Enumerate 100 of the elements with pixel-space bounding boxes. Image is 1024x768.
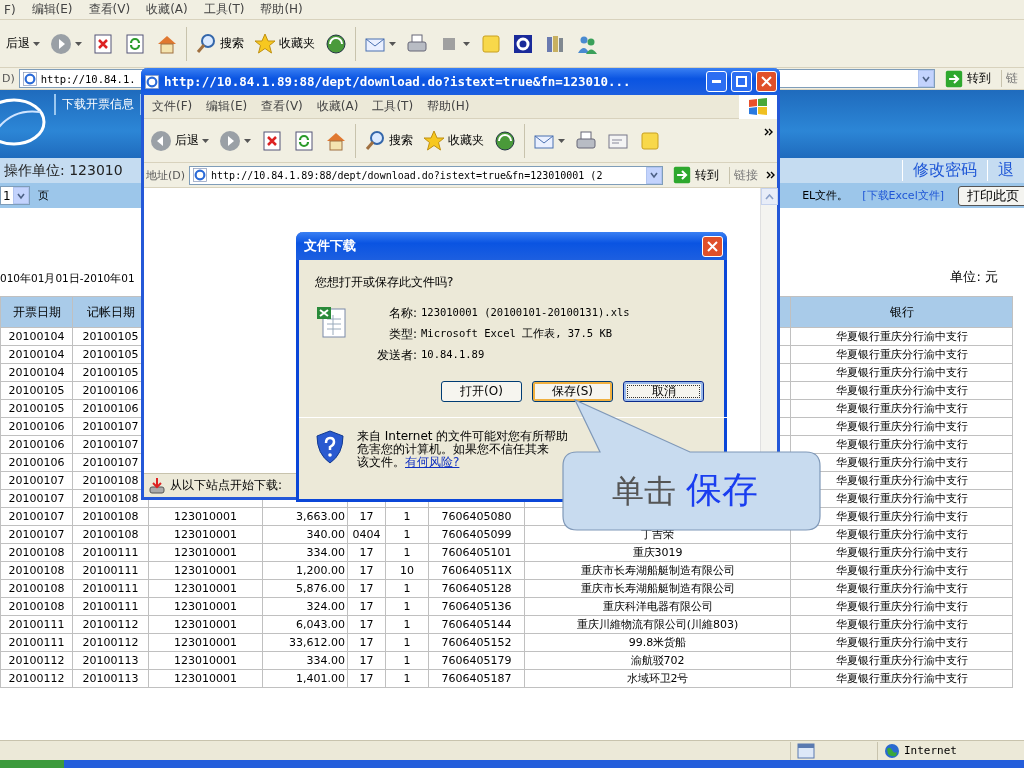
maximize-icon — [736, 76, 747, 87]
table-cell: 华夏银行重庆分行渝中支行 — [790, 417, 1013, 436]
risk-link[interactable]: 有何风险? — [405, 455, 460, 469]
table-cell: 1 — [385, 651, 429, 670]
dropdown-button[interactable] — [646, 166, 662, 184]
shield-question-icon — [315, 430, 345, 464]
table-cell: 17 — [347, 507, 386, 526]
search-icon — [195, 32, 217, 55]
note-icon — [480, 32, 502, 55]
warning-text: 危害您的计算机。如果您不信任其来 — [357, 443, 549, 456]
menu-item[interactable]: 帮助(H) — [427, 98, 470, 115]
table-cell: 20100107 — [0, 471, 73, 490]
menu-item[interactable]: 文件(F) — [152, 98, 193, 115]
table-cell: 1,200.00 — [262, 561, 348, 580]
chevron-down-icon — [650, 171, 658, 179]
table-cell: 20100104 — [0, 345, 73, 364]
header-link[interactable]: 退 — [987, 160, 1024, 181]
refresh-icon — [124, 32, 146, 55]
back-button[interactable]: 后退 — [148, 127, 211, 154]
dialog-button[interactable]: 取消 — [623, 381, 704, 402]
table-cell: 20100107 — [0, 489, 73, 508]
favorites-button[interactable]: 收藏夹 — [421, 127, 486, 154]
table-cell: 20100104 — [0, 327, 73, 346]
print-page-button[interactable]: 打印此页 — [958, 185, 1024, 206]
table-cell: 20100108 — [0, 561, 73, 580]
globe-icon — [884, 742, 900, 759]
table-cell: 华夏银行重庆分行渝中支行 — [790, 327, 1013, 346]
callout-label: 单击 — [612, 471, 676, 512]
table-cell: 20100111 — [0, 615, 73, 634]
table-cell: 123010001 — [148, 651, 263, 670]
close-icon — [761, 76, 772, 87]
menu-item[interactable]: 工具(T) — [203, 1, 245, 18]
go-button[interactable]: 转到 — [939, 69, 997, 88]
table-cell: 20100106 — [0, 417, 73, 436]
table-cell: 20100111 — [72, 579, 149, 598]
table-cell: 华夏银行重庆分行渝中支行 — [790, 399, 1013, 418]
ie-page-icon — [192, 167, 209, 183]
table-cell: 760640511X — [428, 561, 525, 580]
callout-keyword: 保存 — [686, 468, 758, 512]
table-cell: 20100112 — [0, 669, 73, 688]
menu-item[interactable]: 收藏(A) — [316, 98, 359, 115]
dialog-button[interactable]: 保存(S) — [532, 381, 613, 402]
scroll-up-button[interactable] — [761, 188, 778, 205]
detail-label: 发送者: — [375, 347, 417, 364]
menu-item[interactable]: 编辑(E) — [206, 98, 248, 115]
menu-item[interactable]: F) — [4, 2, 16, 17]
table-cell: 华夏银行重庆分行渝中支行 — [790, 651, 1013, 670]
table-cell: 重庆市长寿湖船艇制造有限公司 — [524, 561, 791, 580]
minimize-icon — [712, 80, 721, 83]
caret-icon — [244, 138, 251, 143]
table-cell: 123010001 — [148, 633, 263, 652]
favorites-button[interactable]: 收藏夹 — [252, 30, 317, 57]
stop-icon — [261, 129, 283, 152]
detail-label: 名称: — [387, 305, 417, 322]
table-cell: 7606405152 — [428, 633, 525, 652]
links-button[interactable]: 链 — [1001, 70, 1022, 87]
table-cell: 7606405144 — [428, 615, 525, 634]
note-icon — [639, 129, 661, 152]
table-cell: 20100108 — [72, 525, 149, 544]
table-cell: 华夏银行重庆分行渝中支行 — [790, 345, 1013, 364]
page-select[interactable]: 1 — [0, 186, 30, 205]
menu-item[interactable]: 编辑(E) — [31, 1, 73, 18]
media-icon — [494, 129, 516, 152]
menu-item[interactable]: 查看(V) — [88, 1, 131, 18]
menu-item[interactable]: 收藏(A) — [146, 1, 188, 18]
table-cell: 20100108 — [0, 543, 73, 562]
column-header: 银行 — [790, 296, 1013, 328]
menu-item[interactable]: 查看(V) — [261, 98, 303, 115]
date-range: 010年01月01日-2010年01 — [0, 272, 135, 286]
address-label: 地址(D) — [146, 167, 186, 183]
table-cell: 17 — [347, 615, 386, 634]
search-button[interactable]: 搜索 — [193, 30, 246, 57]
dialog-title: 文件下载 — [304, 237, 356, 255]
table-cell: 17 — [347, 669, 386, 688]
table-cell: 7606405128 — [428, 579, 525, 598]
address-field[interactable]: http://10.84.1.89:88/dept/download.do?istext=true&fn=123010001 (2 — [189, 165, 663, 185]
header-link[interactable]: 修改密码 — [902, 160, 987, 181]
close-button[interactable] — [702, 235, 723, 257]
minimize-button[interactable] — [706, 71, 727, 92]
download-excel-link[interactable]: [下载Excel文件] — [862, 188, 944, 203]
close-button[interactable] — [756, 71, 777, 92]
dropdown-button[interactable] — [918, 70, 934, 87]
table-cell: 重庆科洋电器有限公司 — [524, 597, 791, 616]
menu-item[interactable]: 帮助(H) — [260, 1, 303, 18]
links-button[interactable]: 链接 — [729, 166, 762, 184]
go-button[interactable]: 转到 — [667, 166, 725, 184]
table-cell: 20100107 — [0, 507, 73, 526]
maximize-button[interactable] — [731, 71, 752, 92]
search-button[interactable]: 搜索 — [362, 127, 415, 154]
table-cell: 33,612.00 — [262, 633, 348, 652]
table-cell: 5,876.00 — [262, 579, 348, 598]
back-button[interactable]: 后退 — [4, 33, 42, 54]
spreadsheet-file-icon — [315, 305, 349, 341]
table-cell: 17 — [347, 561, 386, 580]
star-icon — [423, 129, 445, 152]
dialog-button[interactable]: 打开(O) — [441, 381, 522, 402]
printer-icon — [406, 32, 428, 55]
menu-item[interactable]: 工具(T) — [372, 98, 414, 115]
table-cell: 7606405179 — [428, 651, 525, 670]
page-icon — [797, 742, 815, 759]
